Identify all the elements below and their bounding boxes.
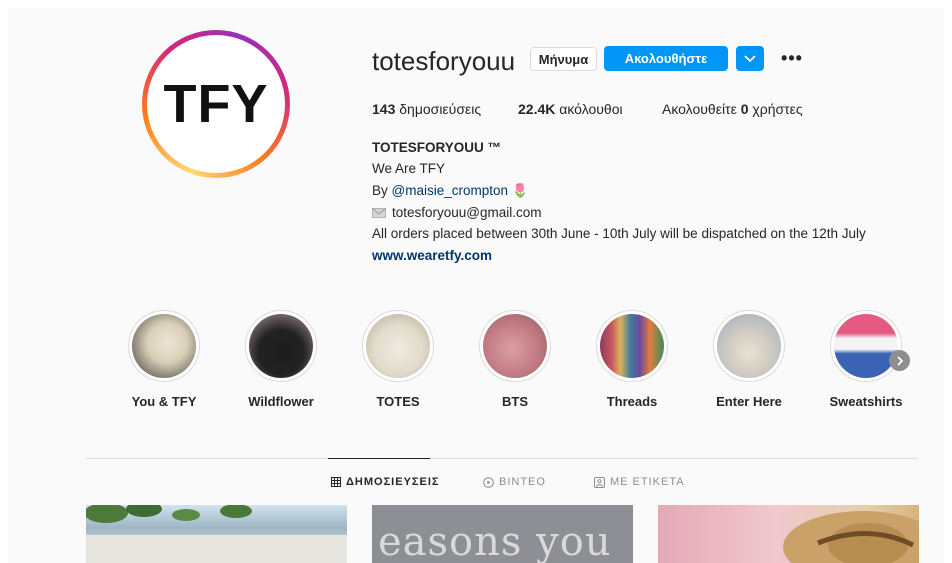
bio-by-prefix: By [372, 183, 388, 198]
bio-notice: All orders placed between 30th June - 10… [372, 226, 866, 241]
tab-posts[interactable]: ΔΗΜΟΣΙΕΥΣΕΙΣ [331, 476, 440, 488]
bio-website-link[interactable]: www.wearetfy.com [372, 248, 492, 263]
highlight-item[interactable]: Wildflower [236, 310, 326, 409]
highlights-next-button[interactable] [889, 350, 910, 371]
avatar-image: TFY [147, 35, 285, 173]
grid-icon [331, 477, 341, 487]
message-button[interactable]: Μήνυμα [530, 47, 597, 71]
highlight-ring [713, 310, 785, 382]
following-suffix: χρήστες [752, 101, 803, 117]
thread-spools-photo [600, 314, 664, 378]
highlight-ring [830, 310, 902, 382]
tagged-icon [594, 476, 605, 488]
following-count: 0 [740, 101, 749, 117]
envelope-icon [372, 208, 386, 219]
highlight-label: TOTES [376, 394, 420, 409]
foliage-image [86, 505, 347, 563]
tab-videos[interactable]: ΒΙΝΤΕΟ [483, 476, 546, 488]
highlight-label: Sweatshirts [829, 394, 903, 409]
video-icon [483, 476, 494, 488]
follow-button[interactable]: Ακολουθήστε [604, 46, 728, 71]
highlight-label: Threads [606, 394, 658, 409]
highlight-label: Wildflower [248, 394, 314, 409]
tab-tagged[interactable]: ΜΕ ΕΤΙΚΕΤΑ [594, 476, 685, 488]
highlight-item[interactable]: Threads [587, 310, 677, 409]
bio-by-line: By @maisie_crompton 🌷 [372, 183, 529, 199]
more-options-icon: ••• [781, 47, 803, 68]
black-tote-photo [249, 314, 313, 378]
chevron-right-icon [896, 355, 903, 366]
profile-avatar[interactable]: TFY [142, 30, 290, 178]
posts-count: 143 [372, 101, 396, 117]
highlight-ring [245, 310, 317, 382]
active-tab-indicator [328, 458, 430, 459]
bio-mention-link[interactable]: @maisie_crompton [392, 183, 509, 198]
followers-count: 22.4K [518, 101, 556, 117]
highlight-item[interactable]: BTS [470, 310, 560, 409]
highlight-label: BTS [502, 394, 528, 409]
bio-email: totesforyouu@gmail.com [392, 205, 542, 220]
highlight-item[interactable]: Enter Here [704, 310, 794, 409]
highlight-ring [596, 310, 668, 382]
highlight-label: Enter Here [716, 394, 782, 409]
hanging-tote-photo [717, 314, 781, 378]
highlight-item[interactable]: You & TFY [119, 310, 209, 409]
chevron-down-icon [744, 54, 756, 62]
highlight-label: You & TFY [131, 394, 197, 409]
avatar-logo-text: TFY [163, 74, 269, 134]
following-prefix: Ακολουθείτε [662, 101, 737, 117]
pink-bags-photo [483, 314, 547, 378]
tabs-divider [86, 458, 918, 459]
post-overlay-text: easons you [378, 519, 612, 563]
post-thumbnail[interactable] [86, 505, 347, 563]
suggested-accounts-button[interactable] [736, 46, 764, 71]
posts-count-stat: 143 δημοσιεύσεις [372, 101, 481, 117]
tulip-emoji-icon: 🌷 [511, 183, 529, 198]
tote-photo [366, 314, 430, 378]
tab-label: ΒΙΝΤΕΟ [499, 476, 546, 488]
sweatshirts-photo [834, 314, 898, 378]
post-thumbnail[interactable]: easons you [372, 505, 633, 563]
tab-label: ΜΕ ΕΤΙΚΕΤΑ [610, 476, 685, 488]
highlight-ring [128, 310, 200, 382]
straw-hat-image [783, 511, 919, 563]
post-thumbnail[interactable] [658, 505, 919, 563]
highlight-ring [479, 310, 551, 382]
followers-label: ακόλουθοι [559, 101, 623, 117]
highlight-ring [362, 310, 434, 382]
highlight-item[interactable]: TOTES [353, 310, 443, 409]
posts-label: δημοσιεύσεις [399, 101, 482, 117]
bio-full-name: TOTESFORYOUU ™ [372, 140, 502, 155]
following-stat[interactable]: Ακολουθείτε 0 χρήστες [662, 101, 803, 117]
bio-email-line: totesforyouu@gmail.com [372, 205, 542, 220]
bio-line-1: We Are TFY [372, 161, 446, 176]
followers-stat[interactable]: 22.4K ακόλουθοι [518, 101, 623, 117]
more-options-button[interactable]: ••• [780, 48, 804, 68]
tote-bag-photo [132, 314, 196, 378]
tab-label: ΔΗΜΟΣΙΕΥΣΕΙΣ [346, 476, 440, 488]
profile-username: totesforyouu [372, 46, 516, 76]
